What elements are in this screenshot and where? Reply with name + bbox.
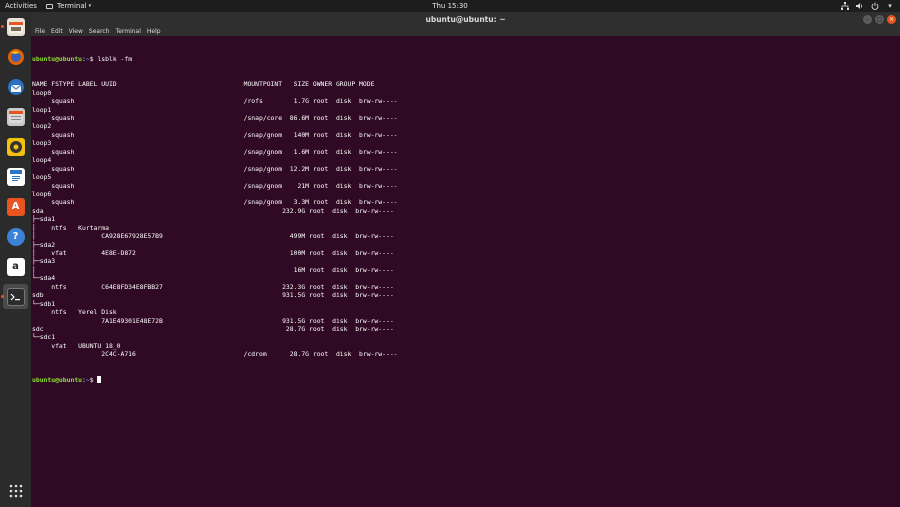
output-line: loop4 bbox=[32, 156, 52, 165]
output-line: sdc 28.7G root disk brw-rw---- bbox=[32, 324, 394, 333]
output-line: └─sdb1 bbox=[32, 299, 56, 308]
power-icon[interactable] bbox=[871, 2, 879, 10]
volume-icon[interactable] bbox=[856, 2, 864, 10]
output-line: sda 232.9G root disk brw-rw---- bbox=[32, 206, 394, 215]
window-titlebar[interactable]: ubuntu@ubuntu: ~ – □ × bbox=[31, 12, 900, 28]
dock-item-firefox[interactable] bbox=[3, 44, 28, 69]
writer-icon bbox=[6, 167, 25, 186]
output-line: squash /snap/gnom 140M root disk brw-rw-… bbox=[32, 130, 398, 139]
terminal-output: ubuntu@ubuntu:~$ lsblk -fm NAME FSTYPE L… bbox=[32, 38, 398, 401]
dock-item-terminal[interactable] bbox=[1, 284, 28, 309]
output-line: vfat UBUNTU 18_0 bbox=[32, 341, 121, 350]
terminal-view[interactable]: ubuntu@ubuntu:~$ lsblk -fm NAME FSTYPE L… bbox=[31, 37, 900, 507]
output-line: squash /snap/gnom 21M root disk brw-rw--… bbox=[32, 181, 398, 190]
dock-item-files[interactable] bbox=[1, 14, 28, 39]
prompt-user: ubuntu@ubuntu bbox=[32, 54, 83, 63]
app-menu-label: Terminal bbox=[57, 2, 87, 10]
window-controls: – □ × bbox=[863, 15, 896, 24]
menu-terminal[interactable]: Terminal bbox=[116, 28, 141, 36]
thunderbird-icon bbox=[7, 78, 25, 96]
dock-item-software[interactable]: A bbox=[3, 194, 28, 219]
output-line: loop0 bbox=[32, 88, 52, 97]
dock-item-file-manager[interactable] bbox=[3, 104, 28, 129]
top-bar: Activities Terminal ▾ Thu 15:30 ▾ bbox=[0, 0, 900, 12]
maximize-button[interactable]: □ bbox=[875, 15, 884, 24]
close-button[interactable]: × bbox=[887, 15, 896, 24]
active-prompt-line: ubuntu@ubuntu:~$ bbox=[32, 375, 398, 384]
running-indicator bbox=[1, 25, 4, 28]
prompt-symbol: $ bbox=[89, 375, 98, 384]
output-line: loop3 bbox=[32, 139, 52, 148]
output-line: └─sdc1 bbox=[32, 333, 56, 342]
output-line: ntfs Yerel Disk bbox=[32, 308, 117, 317]
dock-item-help[interactable]: ? bbox=[3, 224, 28, 249]
output-line: ├─sda3 bbox=[32, 257, 56, 266]
output-line: ├─sda1 bbox=[32, 215, 56, 224]
output-line: loop2 bbox=[32, 122, 52, 131]
output-line: sdb 931.5G root disk brw-rw---- bbox=[32, 291, 394, 300]
clock[interactable]: Thu 15:30 bbox=[0, 0, 900, 12]
output-line: │ CA928E67928E57B9 499M root disk brw-rw… bbox=[32, 232, 394, 241]
firefox-icon bbox=[7, 48, 25, 66]
output-line: squash /snap/gnom 3.3M root disk brw-rw-… bbox=[32, 198, 398, 207]
menu-help[interactable]: Help bbox=[147, 28, 161, 36]
menu-bar: File Edit View Search Terminal Help bbox=[31, 28, 900, 36]
output-line: 2C4C-A716 /cdrom 28.7G root disk brw-rw-… bbox=[32, 350, 398, 359]
chevron-down-icon: ▾ bbox=[88, 3, 92, 9]
amazon-icon: a bbox=[6, 257, 25, 276]
dock-item-amazon[interactable]: a bbox=[3, 254, 28, 279]
dock-item-thunderbird[interactable] bbox=[3, 74, 28, 99]
output-line: 7A1E49301E48E72B 931.5G root disk brw-rw… bbox=[32, 316, 394, 325]
help-icon: ? bbox=[6, 227, 25, 246]
terminal-icon bbox=[46, 3, 53, 9]
dock-item-writer[interactable] bbox=[3, 164, 28, 189]
output-line: └─sda4 bbox=[32, 274, 56, 283]
command-text: lsblk -fm bbox=[97, 54, 133, 63]
command-line: ubuntu@ubuntu:~$ lsblk -fm bbox=[32, 55, 398, 63]
output-line: │ ntfs Kurtarma bbox=[32, 223, 109, 232]
app-menu[interactable]: Terminal ▾ bbox=[46, 0, 91, 12]
menu-edit[interactable]: Edit bbox=[51, 28, 63, 36]
network-icon[interactable] bbox=[841, 2, 849, 10]
grid-icon bbox=[7, 482, 25, 500]
menu-search[interactable]: Search bbox=[89, 28, 110, 36]
menu-view[interactable]: View bbox=[69, 28, 83, 36]
output-line: loop5 bbox=[32, 173, 52, 182]
running-indicator bbox=[1, 295, 4, 298]
window-title: ubuntu@ubuntu: ~ bbox=[425, 15, 506, 24]
rhythmbox-icon bbox=[6, 137, 25, 156]
output-line: squash /snap/core 86.6M root disk brw-rw… bbox=[32, 114, 398, 122]
activities-button[interactable]: Activities bbox=[5, 0, 37, 12]
show-applications-button[interactable] bbox=[3, 478, 28, 503]
dock: A ? a bbox=[0, 12, 31, 507]
command-output: NAME FSTYPE LABEL UUID MOUNTPOINT SIZE O… bbox=[32, 80, 398, 358]
minimize-button[interactable]: – bbox=[863, 15, 872, 24]
output-line: squash /snap/gnom 1.6M root disk brw-rw-… bbox=[32, 147, 398, 156]
files-icon bbox=[6, 17, 25, 36]
output-line: squash /rofs 1.7G root disk brw-rw---- bbox=[32, 97, 398, 106]
software-icon: A bbox=[6, 197, 25, 216]
prompt-user: ubuntu@ubuntu bbox=[32, 375, 83, 384]
dock-item-rhythmbox[interactable] bbox=[3, 134, 28, 159]
output-line: ├─sda2 bbox=[32, 240, 56, 249]
text-cursor bbox=[97, 375, 102, 383]
output-line: loop6 bbox=[32, 189, 52, 198]
output-line: │ vfat 4E8E-D872 100M root disk brw-rw--… bbox=[32, 249, 394, 257]
output-line: │ 16M root disk brw-rw---- bbox=[32, 265, 394, 274]
file-manager-icon bbox=[6, 107, 25, 126]
output-line: NAME FSTYPE LABEL UUID MOUNTPOINT SIZE O… bbox=[32, 80, 375, 89]
terminal-icon bbox=[6, 287, 25, 306]
chevron-down-icon[interactable]: ▾ bbox=[886, 2, 894, 10]
menu-file[interactable]: File bbox=[35, 28, 45, 36]
system-tray[interactable]: ▾ bbox=[841, 0, 894, 12]
output-line: ntfs C64E8FD34E8FBB27 232.3G root disk b… bbox=[32, 282, 394, 291]
output-line: loop1 bbox=[32, 105, 52, 114]
output-line: squash /snap/gnom 12.2M root disk brw-rw… bbox=[32, 164, 398, 173]
